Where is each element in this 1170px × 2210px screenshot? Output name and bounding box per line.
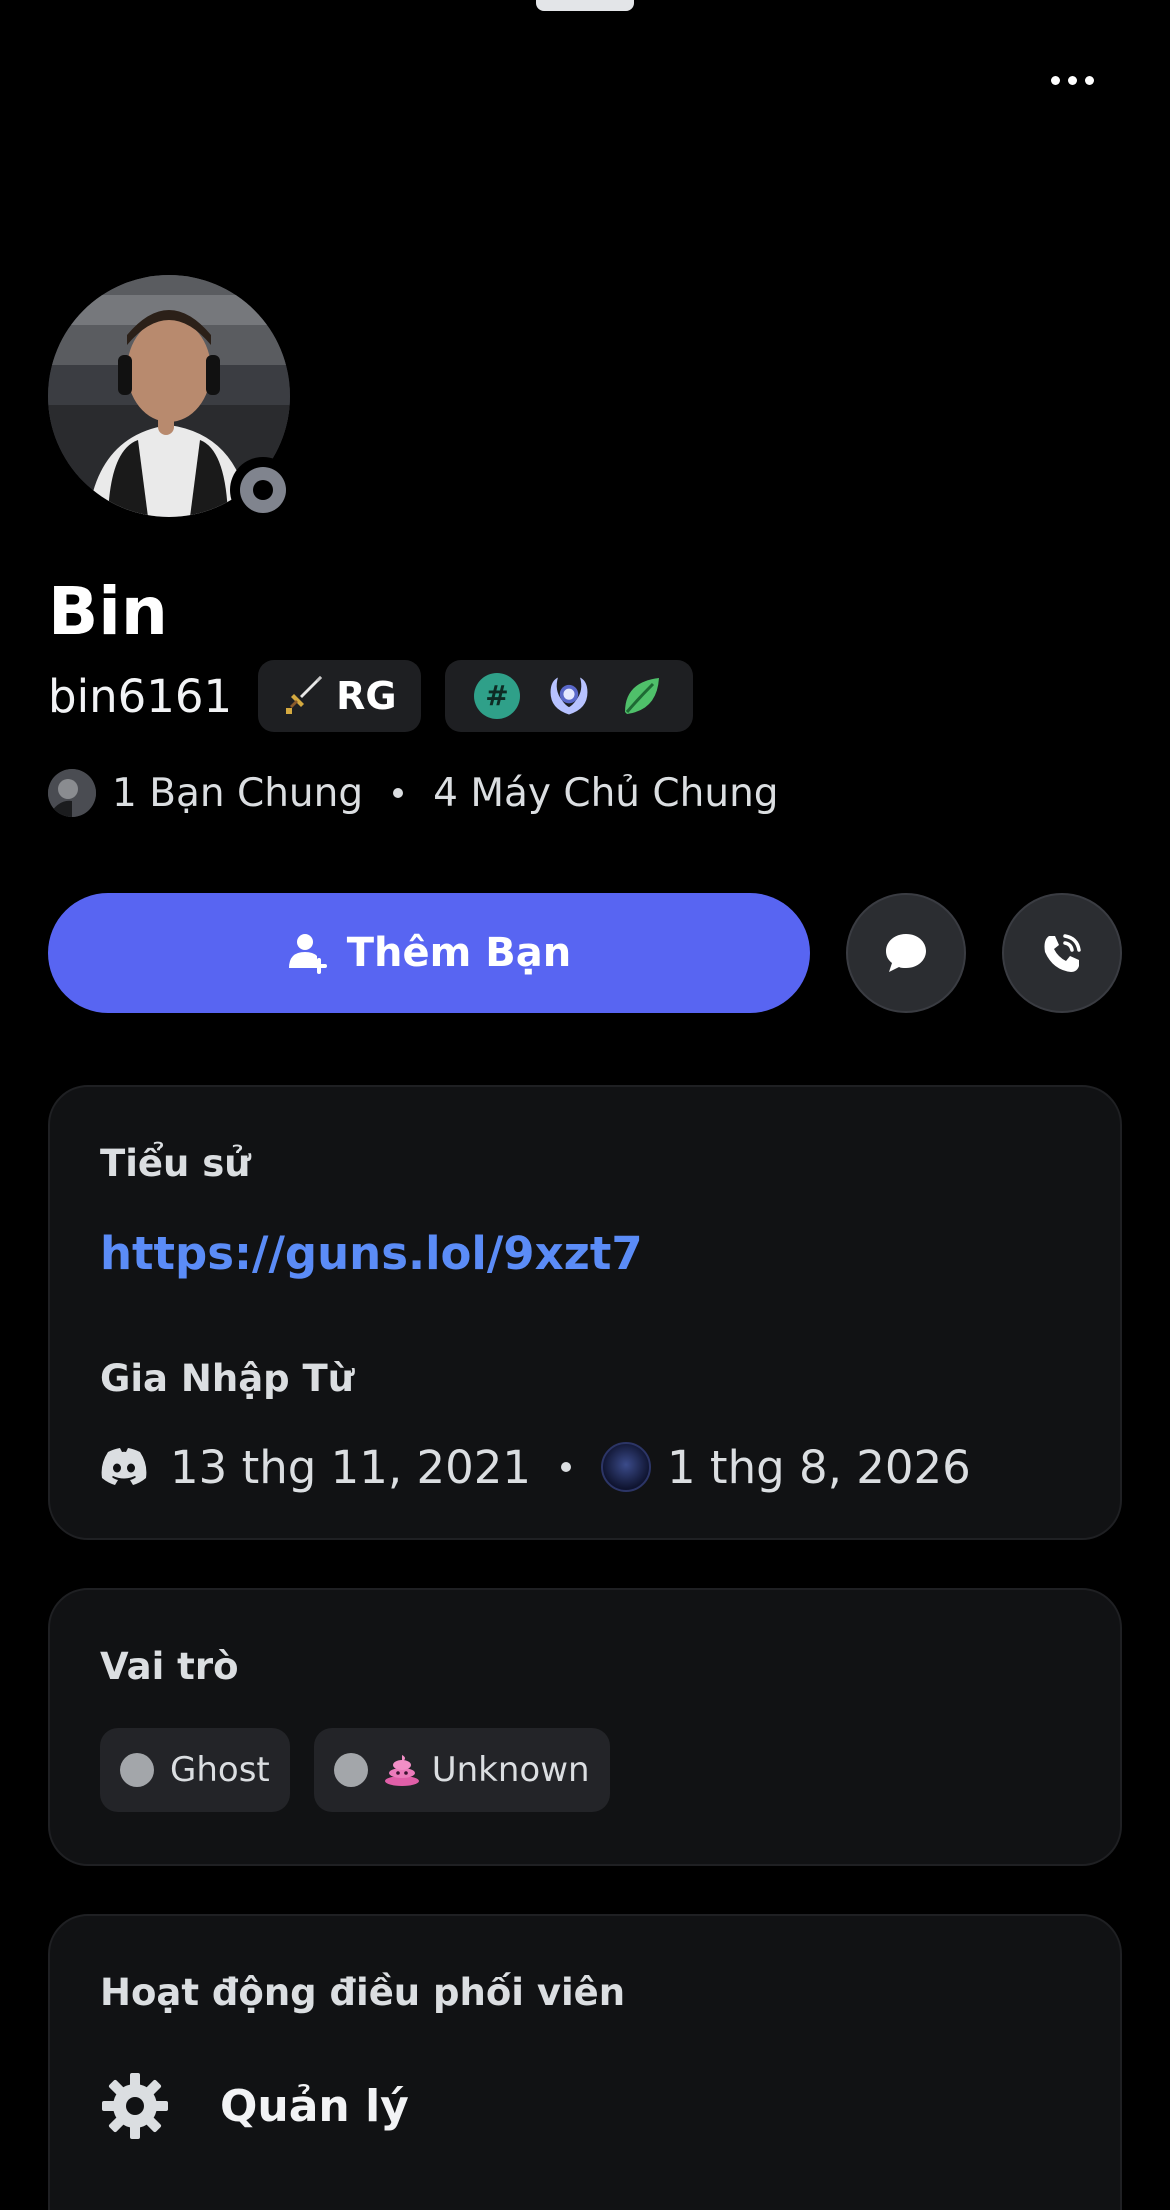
bio-link[interactable]: https://guns.lol/9xzt7: [100, 1227, 643, 1280]
sword-icon: [282, 672, 326, 720]
sheet-grabber[interactable]: [536, 0, 634, 11]
badges: #: [444, 660, 693, 732]
poop-emoji-icon: [384, 1754, 420, 1786]
profile-sheet: Bin bin6161 RG # 1 Bạn Chung 4 Máy Chủ C…: [0, 0, 1170, 2210]
role-chip-unknown[interactable]: Unknown: [313, 1728, 610, 1812]
status-offline-icon: [240, 467, 286, 513]
mutual-friend-avatar: [48, 769, 96, 817]
phone-call-icon: [1044, 934, 1081, 972]
mutuals-row[interactable]: 1 Bạn Chung 4 Máy Chủ Chung: [48, 765, 779, 821]
roles-title: Vai trò: [100, 1645, 239, 1688]
add-friend-label: Thêm Bạn: [346, 930, 572, 976]
bio-title: Tiểu sử: [100, 1142, 251, 1185]
role-label: Unknown: [431, 1750, 590, 1790]
member-since-row: 13 thg 11, 2021 1 thg 8, 2026: [100, 1437, 971, 1497]
role-label: Ghost: [170, 1750, 270, 1790]
add-friend-button[interactable]: Thêm Bạn: [48, 893, 810, 1013]
leaf-badge-icon[interactable]: [617, 672, 665, 720]
moderator-activity-title: Hoạt động điều phối viên: [100, 1971, 626, 2014]
mutual-friends-count: 1 Bạn Chung: [112, 770, 364, 816]
more-options-button[interactable]: [1035, 60, 1110, 100]
chat-bubble-icon: [886, 934, 926, 972]
moderator-activity-card: Hoạt động điều phối viên Quản lý: [48, 1914, 1122, 2210]
discord-join-date: 13 thg 11, 2021: [170, 1440, 531, 1494]
more-icon: [1051, 75, 1060, 85]
role-chip-ghost[interactable]: Ghost: [100, 1728, 290, 1812]
server-join-date: 1 thg 8, 2026: [667, 1440, 971, 1494]
member-since-title: Gia Nhập Từ: [100, 1357, 355, 1400]
avatar[interactable]: [48, 275, 296, 523]
mutual-servers-count: 4 Máy Chủ Chung: [433, 770, 779, 816]
gear-icon: [102, 2073, 168, 2139]
role-color-dot: [333, 1753, 368, 1787]
moderator-permission-row[interactable]: Quản lý: [100, 2066, 409, 2146]
add-user-icon: [288, 934, 327, 974]
guild-tag-label: RG: [336, 674, 397, 718]
laurel-badge-icon[interactable]: [545, 672, 593, 720]
roles-list: Ghost Unknown: [100, 1728, 634, 1812]
username-row: bin6161 RG #: [48, 660, 717, 732]
username[interactable]: bin6161: [48, 670, 232, 723]
roles-card: Vai trò Ghost Unknown: [48, 1588, 1122, 1866]
message-button[interactable]: [846, 893, 966, 1013]
status-indicator: [230, 457, 296, 523]
display-name: Bin: [48, 573, 168, 650]
voice-call-button[interactable]: [1002, 893, 1122, 1013]
role-color-dot: [120, 1753, 154, 1787]
hashtag-badge-icon[interactable]: #: [473, 672, 521, 720]
guild-tag[interactable]: RG: [258, 660, 421, 732]
separator-dot: [561, 1462, 571, 1472]
server-icon: [601, 1442, 651, 1492]
bio-card: Tiểu sử https://guns.lol/9xzt7 Gia Nhập …: [48, 1085, 1122, 1540]
separator-dot: [393, 788, 404, 798]
discord-logo-icon: [101, 1448, 147, 1485]
moderator-permission-label: Quản lý: [220, 2080, 409, 2132]
svg-text:#: #: [485, 679, 508, 712]
